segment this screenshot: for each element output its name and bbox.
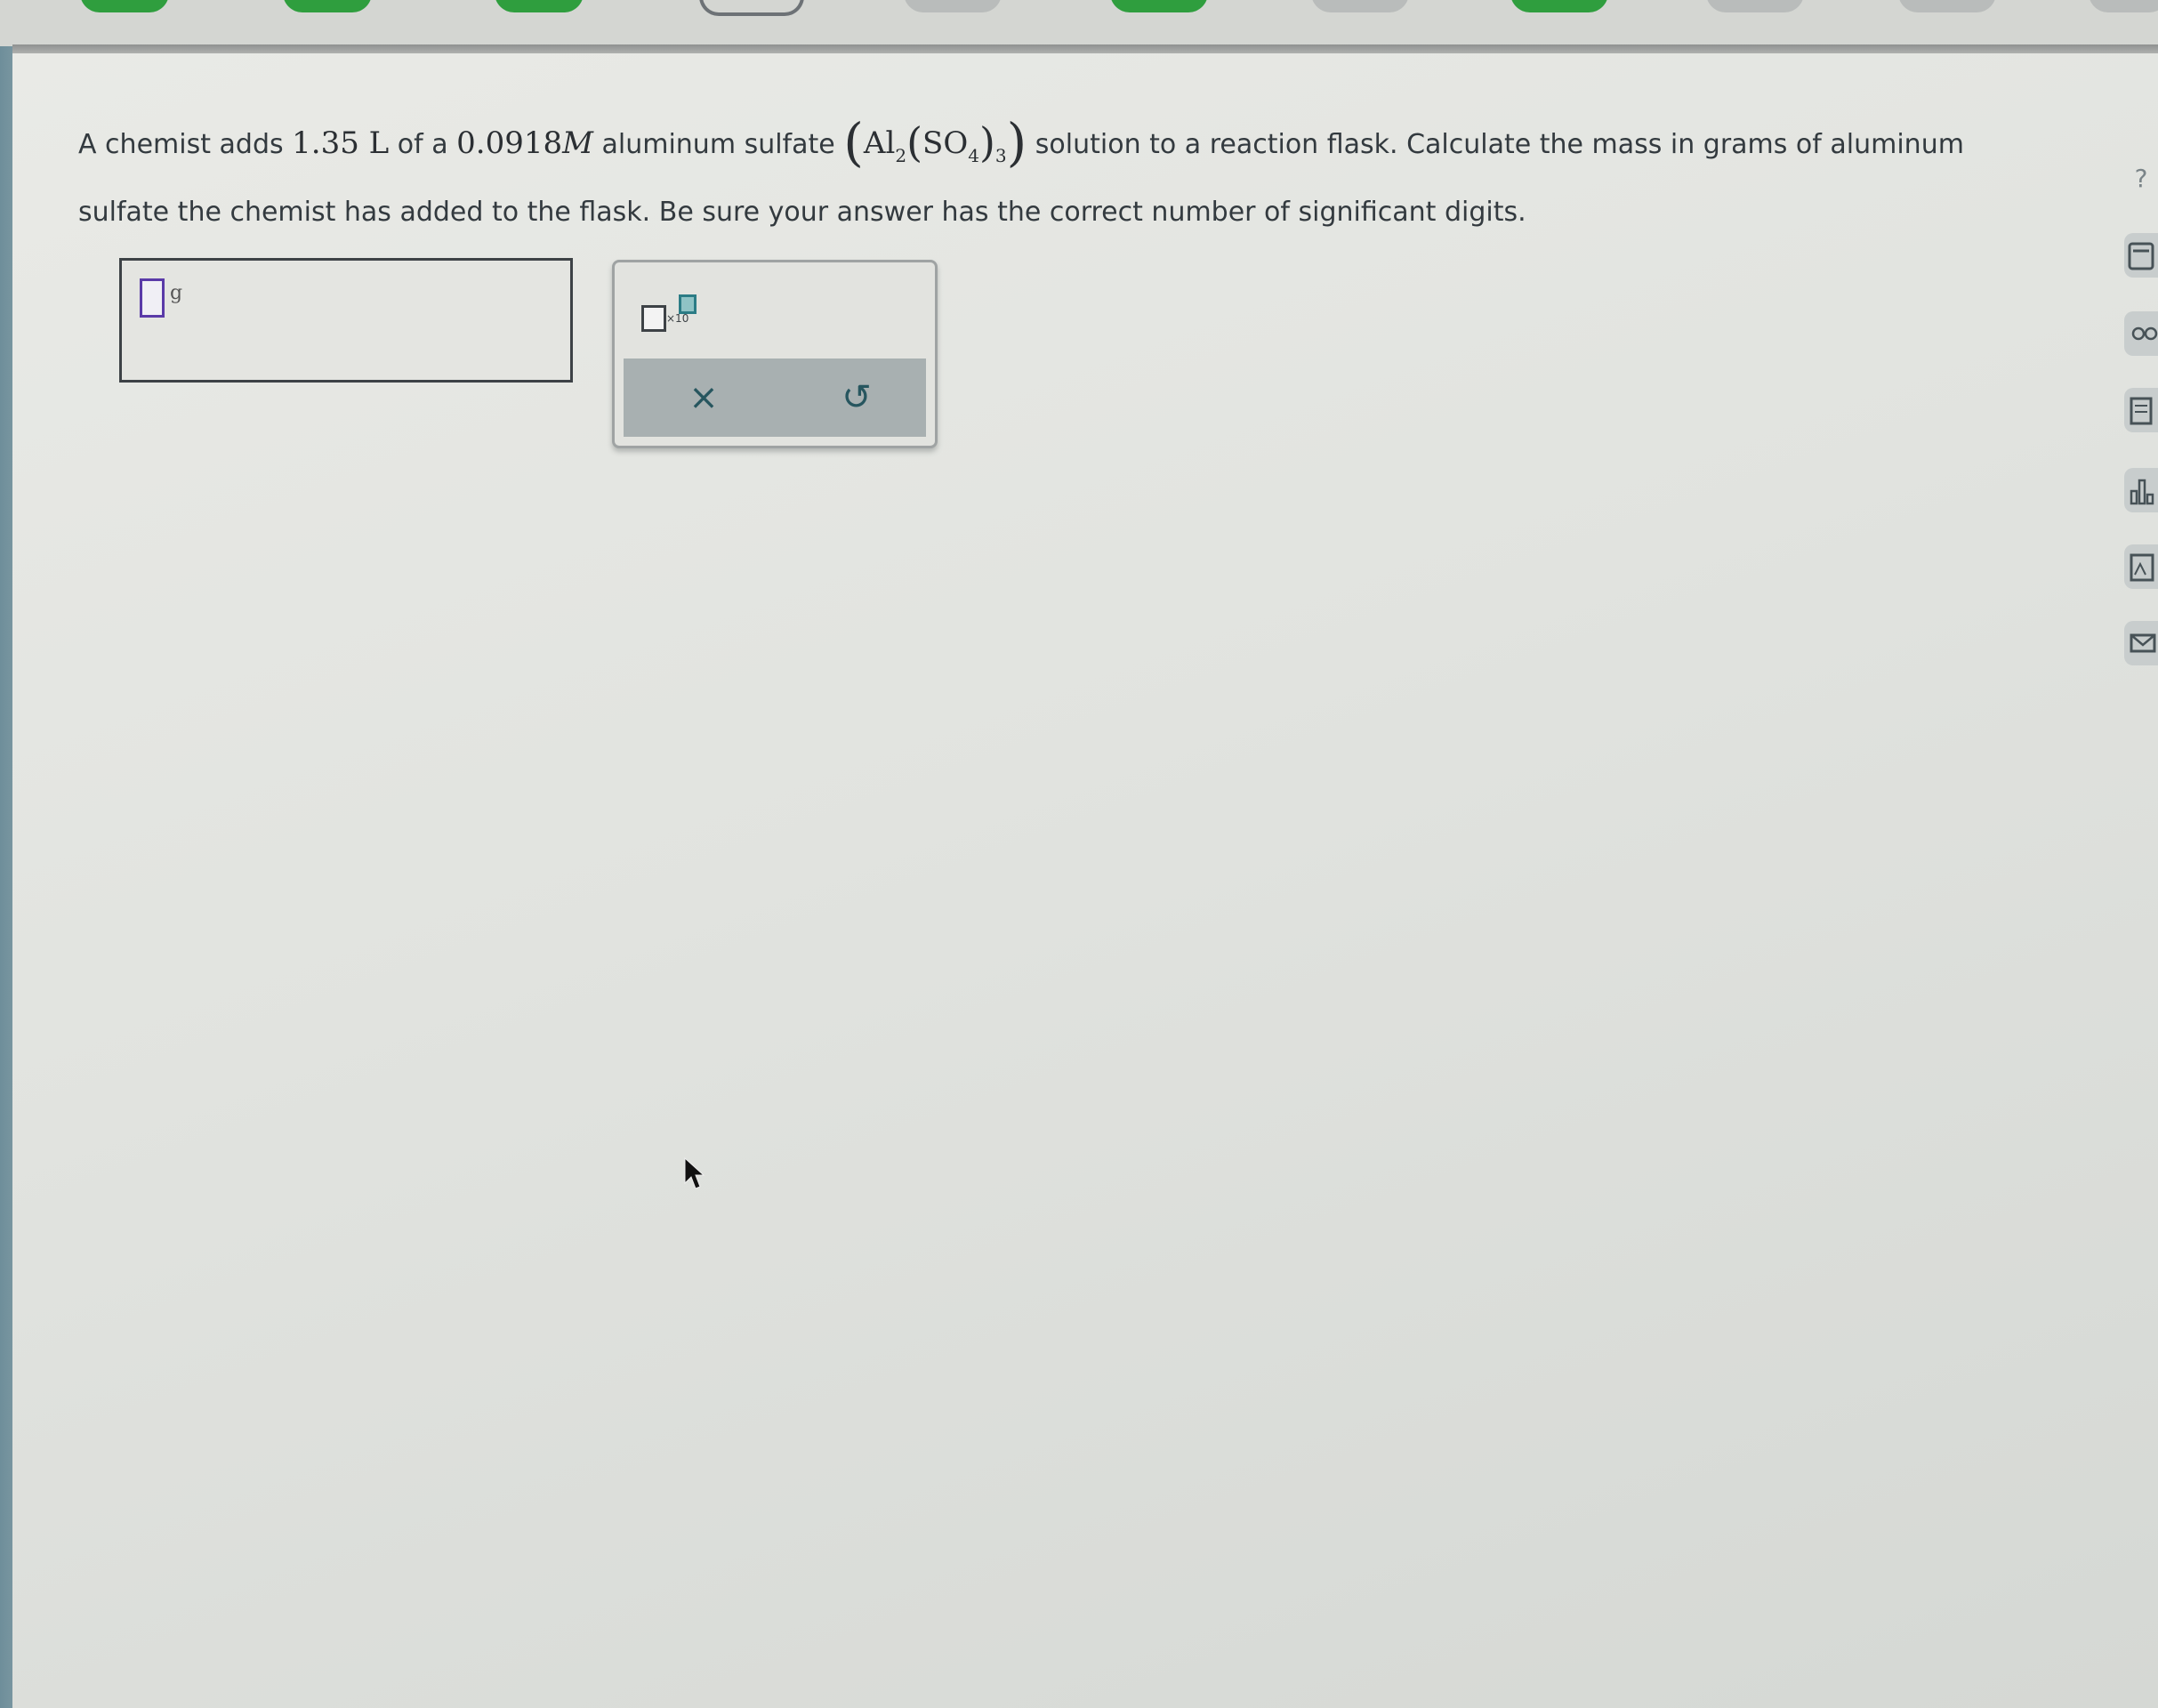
exponent-box-icon (679, 294, 697, 314)
step-pill-1[interactable] (80, 0, 169, 12)
formula-aluminum: Al (863, 125, 896, 161)
math-tool-palette: ×10 × ↺ (612, 260, 938, 448)
step-pill-8[interactable] (1510, 0, 1608, 12)
step-pill-7[interactable] (1311, 0, 1409, 12)
volume-value: 1.35 L (292, 125, 390, 161)
step-pill-10[interactable]: 10 (1898, 0, 1996, 12)
step-pill-3[interactable] (495, 0, 584, 12)
question-text: A chemist adds 1.35 L of a 0.0918M alumi… (78, 114, 2062, 241)
step-pill-5[interactable] (904, 0, 1002, 12)
times-ten-label: ×10 (666, 312, 689, 325)
answer-input-box[interactable]: g (119, 258, 573, 383)
step-pill-current[interactable] (699, 0, 804, 16)
formula-subscript: 4 (968, 145, 979, 166)
question-text-part: aluminum sulfate (592, 129, 844, 160)
formula-subscript: 2 (895, 145, 907, 166)
clear-button[interactable]: × (677, 371, 730, 424)
step-pill-6[interactable] (1110, 0, 1208, 12)
progress-strip: 10 (0, 0, 2158, 46)
molarity-value: 0.0918 (456, 125, 563, 161)
step-pill-9[interactable] (1706, 0, 1804, 12)
scientific-notation-button[interactable]: ×10 (638, 289, 700, 339)
base-box-icon (641, 305, 666, 332)
chart-icon[interactable] (2124, 468, 2158, 512)
mouse-pointer-icon (684, 1156, 705, 1189)
textbook-icon[interactable] (2124, 544, 2158, 589)
answer-unit-label: g (170, 282, 183, 304)
step-number: 10 (1930, 0, 1962, 3)
question-text-part: A chemist adds (78, 129, 293, 160)
chemical-formula: (Al2(SO4)3) (843, 112, 1027, 173)
undo-button[interactable]: ↺ (830, 371, 883, 424)
help-icon[interactable]: ? (2124, 157, 2158, 201)
reference-icon[interactable] (2124, 388, 2158, 432)
palette-action-bar: × ↺ (624, 359, 926, 437)
calculator-icon[interactable] (2124, 233, 2158, 278)
message-icon[interactable] (2124, 621, 2158, 665)
formula-sulfate: SO (922, 125, 969, 161)
molarity-unit: M (562, 125, 593, 161)
question-text-part: of a (389, 129, 457, 160)
periodic-table-icon[interactable] (2124, 311, 2158, 356)
step-pill-2[interactable] (283, 0, 372, 12)
formula-subscript: 3 (994, 145, 1007, 166)
answer-input-slot[interactable] (140, 278, 165, 318)
step-pill-11[interactable] (2089, 0, 2158, 12)
